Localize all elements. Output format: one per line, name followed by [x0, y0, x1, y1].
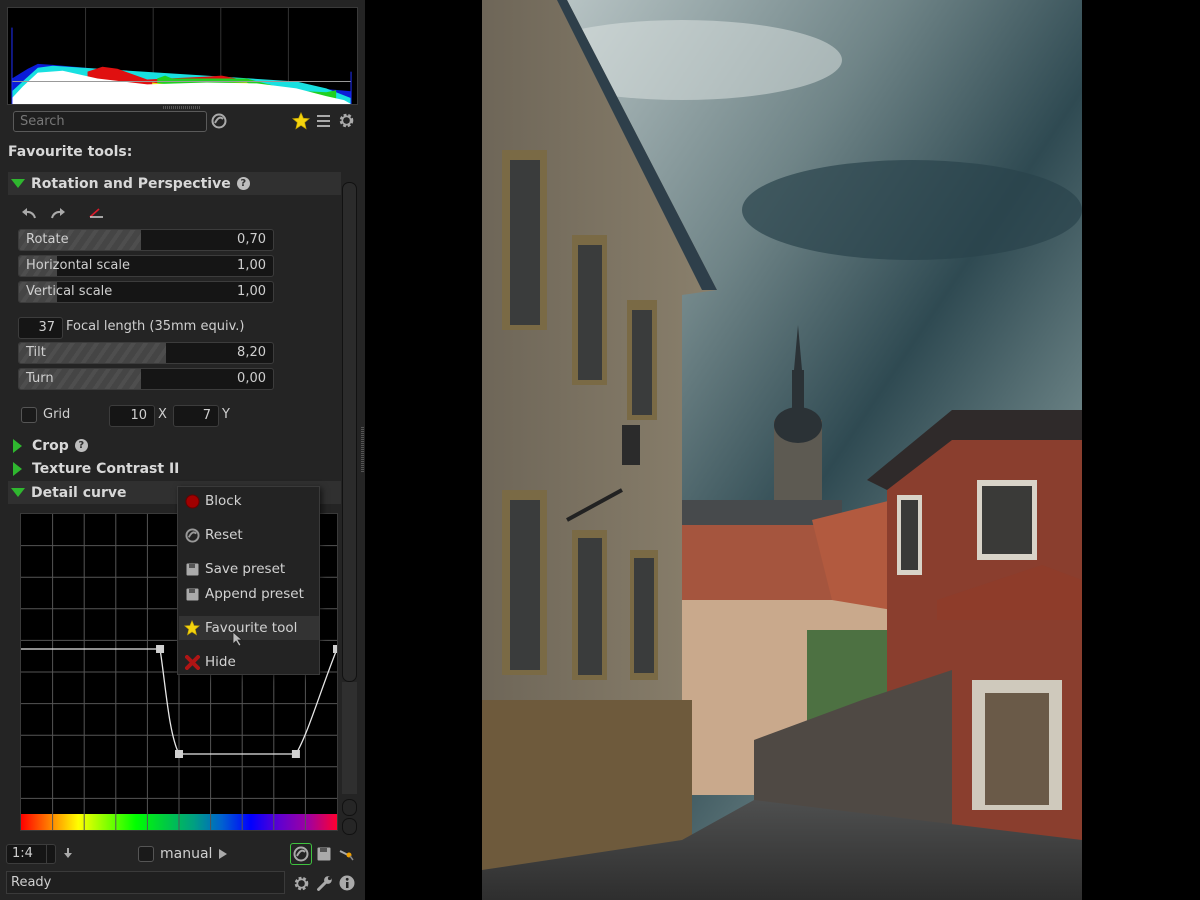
focal-length-spinbox[interactable]: 37: [18, 317, 63, 339]
slider-label: Horizontal scale: [26, 258, 131, 273]
street-lamp: [622, 425, 640, 465]
pane-resize-grip[interactable]: [361, 427, 364, 472]
tool-title: Detail curve: [31, 484, 127, 501]
manual-checkbox[interactable]: [138, 846, 154, 862]
list-menu-icon[interactable]: [316, 113, 331, 129]
wooden-door: [985, 693, 1049, 805]
scroll-up-button[interactable]: [342, 799, 357, 816]
scroll-down-button[interactable]: [342, 818, 357, 835]
wrench-icon[interactable]: [315, 874, 333, 892]
favourite-star-icon[interactable]: [292, 112, 310, 130]
block-circle-icon: [179, 494, 205, 509]
horizontal-scale-slider[interactable]: Horizontal scale 1,00: [18, 255, 274, 277]
collapsed-arrow-icon: [13, 461, 22, 476]
grid-checkbox[interactable]: [21, 407, 37, 423]
vertical-scale-slider[interactable]: Vertical scale 1,00: [18, 281, 274, 303]
slider-value: 0,70: [237, 232, 266, 247]
menu-item-label: Save preset: [205, 561, 286, 577]
favourite-star-icon: [179, 620, 205, 636]
help-icon[interactable]: ?: [74, 439, 88, 452]
status-bar: Ready: [6, 871, 285, 894]
reset-search-icon[interactable]: [211, 113, 227, 129]
curve-control-point[interactable]: [291, 750, 300, 758]
curve-control-point[interactable]: [333, 645, 337, 653]
slider-value: 1,00: [237, 284, 266, 299]
search-input[interactable]: [13, 111, 207, 132]
floppy-append-icon: [179, 588, 205, 601]
image-viewer[interactable]: [365, 0, 1200, 900]
menu-item-label: Favourite tool: [205, 620, 298, 636]
slider-label: Tilt: [26, 345, 46, 360]
mouse-cursor-icon: [232, 631, 244, 647]
settings-gear-icon[interactable]: [338, 112, 355, 129]
play-icon[interactable]: [217, 846, 229, 862]
grid-x-label: X: [158, 407, 167, 422]
curve-control-point[interactable]: [175, 750, 183, 758]
zoom-level-combo[interactable]: 1:4: [6, 844, 56, 864]
slider-value: 8,20: [237, 345, 266, 360]
turn-slider[interactable]: Turn 0,00: [18, 368, 274, 390]
tool-header-rotation-perspective[interactable]: Rotation and Perspective ?: [8, 172, 341, 195]
hide-x-icon: [179, 654, 205, 670]
save-image-icon[interactable]: [316, 846, 332, 862]
menu-item-block[interactable]: Block: [179, 489, 319, 513]
menu-item-hide[interactable]: Hide: [179, 650, 319, 674]
curve-control-point[interactable]: [156, 645, 165, 653]
grid-y-spinbox[interactable]: 7: [173, 405, 219, 427]
slider-label: Turn: [26, 371, 54, 386]
street-photo: [482, 0, 1082, 900]
menu-item-append-preset[interactable]: Append preset: [179, 582, 319, 606]
help-icon[interactable]: ?: [236, 177, 250, 190]
grid-x-spinbox[interactable]: 10: [109, 405, 155, 427]
histogram-resize-grip[interactable]: [163, 106, 201, 109]
scrollbar-track[interactable]: [342, 682, 357, 794]
undo-icon[interactable]: [20, 205, 38, 221]
tool-title: Crop: [32, 437, 69, 454]
menu-item-label: Append preset: [205, 586, 304, 602]
histogram: [7, 7, 358, 105]
menu-item-label: Hide: [205, 654, 236, 670]
histogram-graph: [11, 8, 352, 104]
zoom-down-arrow-icon[interactable]: [62, 845, 74, 861]
menu-item-favourite-tool[interactable]: Favourite tool: [179, 616, 319, 640]
slider-label: Rotate: [26, 232, 69, 247]
preferences-gear-icon[interactable]: [292, 874, 310, 892]
tool-context-menu: Block Reset Save preset Append preset Fa…: [177, 486, 320, 675]
color-picker-icon[interactable]: [338, 846, 354, 862]
reset-icon: [293, 846, 309, 862]
slider-label: Vertical scale: [26, 284, 113, 299]
grid-y-label: Y: [222, 407, 230, 422]
tilt-slider[interactable]: Tilt 8,20: [18, 342, 274, 364]
straighten-angle-icon[interactable]: [87, 205, 105, 221]
menu-item-reset[interactable]: Reset: [179, 523, 319, 547]
expanded-arrow-icon: [11, 488, 25, 497]
redo-icon[interactable]: [49, 205, 67, 221]
menu-item-label: Reset: [205, 527, 243, 543]
tool-title: Rotation and Perspective: [31, 175, 231, 192]
focal-length-label: Focal length (35mm equiv.): [66, 319, 245, 334]
reset-icon: [179, 527, 205, 543]
tool-header-texture-contrast[interactable]: Texture Contrast II: [8, 457, 341, 480]
expanded-arrow-icon: [11, 179, 25, 188]
collapsed-arrow-icon: [13, 438, 22, 453]
manual-label: manual: [160, 846, 213, 862]
menu-item-label: Block: [205, 493, 242, 509]
slider-value: 1,00: [237, 258, 266, 273]
favourite-tools-heading: Favourite tools:: [8, 144, 133, 160]
grid-label: Grid: [43, 407, 71, 422]
slider-value: 0,00: [237, 371, 266, 386]
menu-item-save-preset[interactable]: Save preset: [179, 557, 319, 581]
reset-view-button[interactable]: [290, 843, 312, 865]
tool-title: Texture Contrast II: [32, 460, 180, 477]
info-icon[interactable]: [338, 874, 356, 892]
photo-preview[interactable]: [482, 0, 1082, 900]
floppy-save-icon: [179, 563, 205, 576]
rotate-slider[interactable]: Rotate 0,70: [18, 229, 274, 251]
scrollbar-thumb[interactable]: [342, 182, 357, 682]
tool-header-crop[interactable]: Crop ?: [8, 434, 341, 457]
sidebar-panel: Favourite tools: Rotation and Perspectiv…: [0, 0, 365, 900]
